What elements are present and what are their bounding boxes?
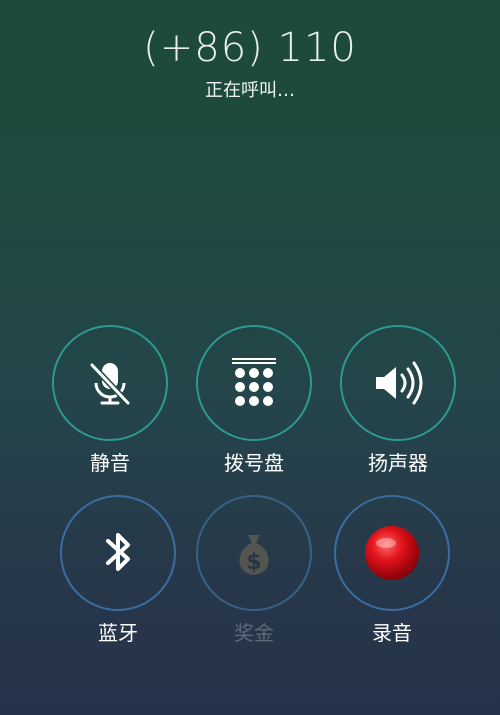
record-button[interactable] — [334, 495, 450, 611]
keypad-label: 拨号盘 — [224, 451, 284, 475]
bluetooth-icon — [106, 533, 130, 571]
bonus-label: 奖金 — [234, 621, 274, 645]
svg-text:$: $ — [246, 550, 261, 575]
keypad-icon — [232, 358, 276, 406]
speaker-button[interactable] — [340, 325, 456, 441]
keypad-button[interactable] — [196, 325, 312, 441]
speaker-icon — [376, 361, 423, 405]
mute-label: 静音 — [90, 451, 130, 475]
mic-off-icon — [89, 362, 131, 406]
bonus-button[interactable]: $ — [196, 495, 312, 611]
bluetooth-button[interactable] — [60, 495, 176, 611]
money-bag-icon: $ — [239, 535, 269, 575]
call-header: (+86) 110 正在呼叫… — [0, 24, 500, 104]
mute-button[interactable] — [52, 325, 168, 441]
record-label: 录音 — [372, 621, 412, 645]
call-status: 正在呼叫… — [205, 80, 295, 101]
bluetooth-label: 蓝牙 — [98, 621, 138, 645]
phone-number: (+86) 110 — [143, 25, 357, 71]
speaker-label: 扬声器 — [368, 451, 428, 475]
record-icon — [365, 526, 419, 580]
